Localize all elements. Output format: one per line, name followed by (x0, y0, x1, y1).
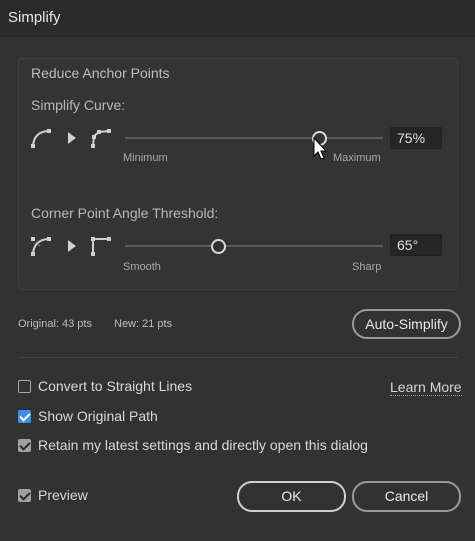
cancel-button[interactable]: Cancel (352, 481, 461, 512)
arrow-right-icon (68, 132, 76, 144)
auto-simplify-button[interactable]: Auto-Simplify (352, 309, 461, 339)
retain-settings-label: Retain my latest settings and directly o… (38, 437, 368, 453)
original-points-count: Original: 43 pts (18, 318, 92, 330)
show-original-path-checkbox[interactable] (18, 409, 31, 423)
retain-settings-checkbox[interactable] (18, 438, 31, 452)
simplify-curve-label: Simplify Curve: (31, 97, 126, 113)
curve-smooth-icon (31, 129, 51, 148)
simplify-curve-min-label: Minimum (123, 152, 168, 164)
retain-settings-option[interactable]: Retain my latest settings and directly o… (18, 436, 368, 454)
corner-threshold-min-label: Smooth (123, 261, 161, 273)
arrow-right-icon-2 (68, 240, 76, 252)
corner-threshold-max-label: Sharp (352, 261, 382, 273)
corner-smooth-icon (31, 237, 51, 256)
preview-checkbox[interactable] (18, 488, 31, 502)
corner-threshold-label: Corner Point Angle Threshold: (31, 205, 219, 221)
convert-straight-lines-option[interactable]: Convert to Straight Lines (18, 377, 192, 395)
mouse-cursor-icon (313, 137, 328, 160)
simplify-curve-slider[interactable] (125, 137, 383, 139)
learn-more-link[interactable]: Learn More (390, 379, 462, 396)
ok-button[interactable]: OK (237, 481, 346, 512)
group-title: Reduce Anchor Points (31, 65, 170, 81)
corner-sharp-icon (91, 237, 111, 256)
simplify-curve-value-field[interactable]: 75% (390, 127, 442, 149)
new-points-count: New: 21 pts (114, 318, 173, 330)
title-bar: Simplify (0, 0, 475, 37)
show-original-path-label: Show Original Path (38, 408, 158, 424)
window-title: Simplify (8, 9, 61, 26)
simplify-curve-max-label: Maximum (333, 152, 381, 164)
convert-straight-lines-checkbox[interactable] (18, 379, 31, 393)
preview-label: Preview (38, 487, 88, 503)
section-divider (18, 357, 458, 358)
corner-threshold-value-field[interactable]: 65° (390, 234, 442, 256)
corner-threshold-slider-thumb[interactable] (210, 239, 226, 254)
corner-threshold-slider[interactable] (125, 245, 383, 247)
curve-simplified-icon (91, 129, 111, 148)
convert-straight-lines-label: Convert to Straight Lines (38, 378, 193, 394)
preview-option[interactable]: Preview (18, 486, 88, 504)
show-original-path-option[interactable]: Show Original Path (18, 407, 158, 425)
